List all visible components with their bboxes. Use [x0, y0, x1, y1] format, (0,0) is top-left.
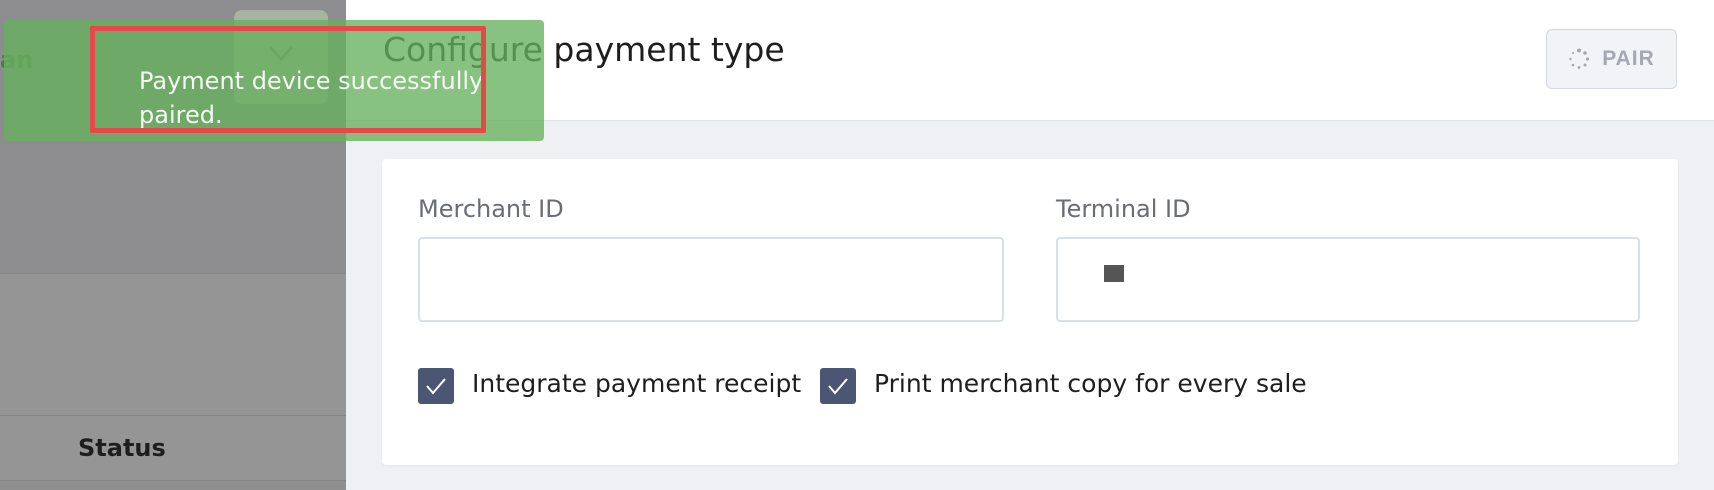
pair-button-label: PAIR	[1602, 47, 1655, 70]
redacted-value-mask	[1104, 265, 1124, 282]
loading-spinner-icon	[1569, 48, 1590, 69]
payment-settings-card: Merchant ID Terminal ID Integrate paymen…	[382, 159, 1678, 465]
screen: an Status Configure payment type	[0, 0, 1714, 490]
terminal-id-label: Terminal ID	[1056, 195, 1191, 223]
merchant-id-label: Merchant ID	[418, 195, 564, 223]
background-section	[0, 273, 346, 415]
terminal-id-input[interactable]	[1056, 237, 1640, 322]
merchant-id-input[interactable]	[418, 237, 1004, 322]
highlight-annotation-box	[90, 26, 486, 133]
configure-payment-drawer: Configure payment type PAIR Merchant ID …	[346, 0, 1714, 490]
status-column-header: Status	[78, 434, 166, 462]
integrate-receipt-label[interactable]: Integrate payment receipt	[472, 369, 801, 398]
merchant-copy-checkbox[interactable]	[820, 368, 856, 404]
integrate-receipt-checkbox[interactable]	[418, 368, 454, 404]
background-table-header: Status	[0, 415, 346, 481]
merchant-copy-label[interactable]: Print merchant copy for every sale	[874, 369, 1307, 398]
checkmark-icon	[426, 378, 446, 395]
checkmark-icon	[828, 378, 848, 395]
drawer-header: Configure payment type PAIR	[346, 0, 1714, 121]
pair-button[interactable]: PAIR	[1546, 29, 1677, 89]
